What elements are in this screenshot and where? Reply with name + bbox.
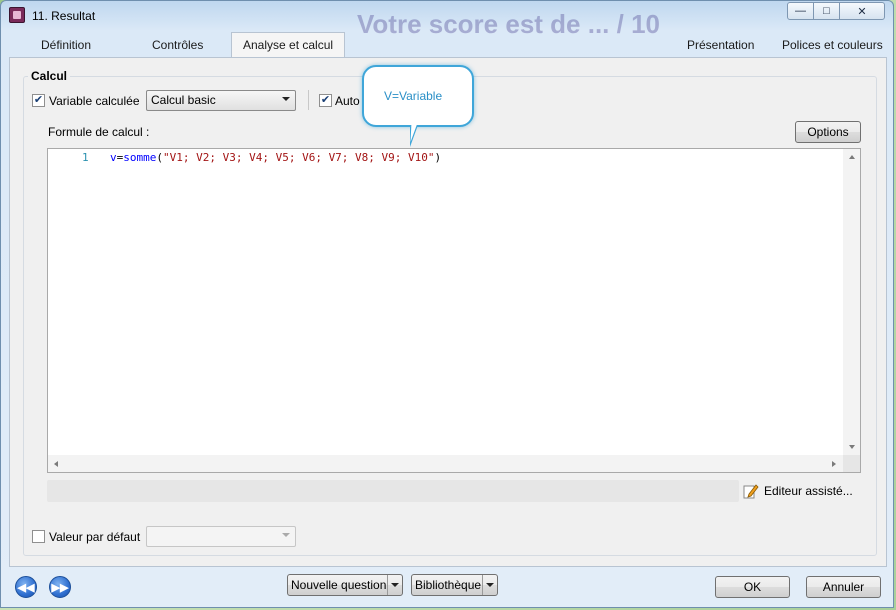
horizontal-scrollbar[interactable] bbox=[48, 455, 844, 472]
tab-polices-et-couleurs[interactable]: Polices et couleurs bbox=[782, 34, 883, 57]
assist-button[interactable]: Editeur assisté... bbox=[743, 482, 853, 500]
new-question-button[interactable]: Nouvelle question bbox=[287, 574, 403, 596]
callout-text: V=Variable bbox=[384, 89, 443, 103]
code-string: "V1; V2; V3; V4; V5; V6; V7; V8; V9; V10… bbox=[163, 151, 435, 164]
formula-status-strip bbox=[47, 480, 739, 502]
options-button[interactable]: Options bbox=[795, 121, 861, 143]
code-variable: v bbox=[110, 151, 117, 164]
close-button[interactable]: ✕ bbox=[839, 2, 885, 20]
formula-label: Formule de calcul : bbox=[48, 125, 150, 139]
calc-mode-select[interactable]: Calcul basic bbox=[146, 90, 296, 111]
minimize-button[interactable]: — bbox=[787, 2, 814, 20]
previous-question-button[interactable]: ◀◀ bbox=[15, 576, 37, 598]
valeur-defaut-checkbox[interactable] bbox=[32, 530, 45, 543]
scroll-left-icon[interactable] bbox=[54, 461, 58, 467]
scroll-right-icon[interactable] bbox=[832, 461, 836, 467]
callout-bubble: V=Variable bbox=[362, 65, 474, 127]
scroll-up-icon[interactable] bbox=[849, 155, 855, 159]
ok-button[interactable]: OK bbox=[715, 576, 790, 598]
tab-controles[interactable]: Contrôles bbox=[152, 34, 203, 57]
code-open-paren: ( bbox=[156, 151, 163, 164]
valeur-defaut-label: Valeur par défaut bbox=[49, 530, 141, 544]
tab-definition[interactable]: Définition bbox=[41, 34, 91, 57]
variable-calculee-label: Variable calculée bbox=[49, 94, 140, 108]
group-title: Calcul bbox=[28, 69, 71, 83]
scroll-down-icon[interactable] bbox=[849, 445, 855, 449]
separator bbox=[308, 90, 309, 110]
chevron-down-icon[interactable] bbox=[482, 575, 497, 595]
line-number: 1 bbox=[82, 151, 89, 164]
variable-calculee-checkbox[interactable]: ✔ bbox=[32, 94, 45, 107]
title-bar[interactable]: 11. Resultat Votre score est de ... / 10… bbox=[1, 1, 893, 39]
chevron-down-icon[interactable] bbox=[387, 575, 402, 595]
window-title: 11. Resultat bbox=[32, 9, 96, 23]
code-close-paren: ) bbox=[434, 151, 442, 164]
pencil-icon bbox=[743, 484, 759, 499]
calc-mode-value: Calcul basic bbox=[151, 93, 216, 107]
valeur-defaut-select[interactable] bbox=[146, 526, 296, 547]
scrollbar-corner bbox=[843, 455, 860, 472]
formula-editor[interactable]: 1 v=somme("V1; V2; V3; V4; V5; V6; V7; V… bbox=[47, 148, 861, 473]
tab-presentation[interactable]: Présentation bbox=[687, 34, 754, 57]
tab-bar: Définition Contrôles Analyse et calcul P… bbox=[9, 32, 887, 58]
auto-label: Auto bbox=[335, 94, 360, 108]
chevron-down-icon bbox=[282, 533, 290, 537]
assist-button-label: Editeur assisté... bbox=[764, 484, 853, 498]
library-button[interactable]: Bibliothèque bbox=[411, 574, 498, 596]
chevron-down-icon bbox=[282, 97, 290, 101]
vertical-scrollbar[interactable] bbox=[843, 149, 860, 455]
new-question-label: Nouvelle question bbox=[291, 578, 387, 592]
code-function: somme bbox=[123, 151, 157, 164]
app-icon bbox=[9, 7, 25, 23]
dialog-window: 11. Resultat Votre score est de ... / 10… bbox=[0, 0, 894, 608]
tab-analyse-et-calcul[interactable]: Analyse et calcul bbox=[231, 32, 346, 58]
cancel-button[interactable]: Annuler bbox=[806, 576, 881, 598]
auto-checkbox[interactable]: ✔ bbox=[319, 94, 332, 107]
library-label: Bibliothèque bbox=[415, 578, 482, 592]
code-line[interactable]: v=somme("V1; V2; V3; V4; V5; V6; V7; V8;… bbox=[110, 151, 441, 164]
maximize-button[interactable]: □ bbox=[813, 2, 840, 20]
next-question-button[interactable]: ▶▶ bbox=[49, 576, 71, 598]
